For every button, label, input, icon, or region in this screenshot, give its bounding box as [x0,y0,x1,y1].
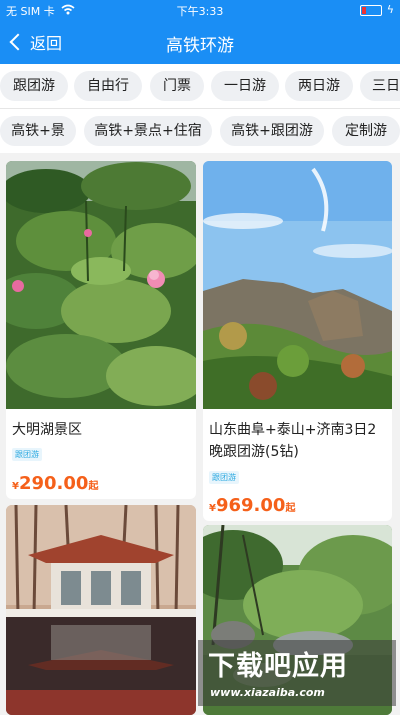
filter-chip-tickets[interactable]: 门票 [150,71,204,101]
currency-symbol: ¥ [12,481,19,492]
filter-row-secondary: 高铁+景 高铁+景点+住宿 高铁+跟团游 定制游 [0,108,400,154]
watermark: 下载吧应用 www.xiazaiba.com [198,640,396,706]
filter-chip-self-guided[interactable]: 自由行 [74,71,142,101]
status-bar: 无 SIM 卡 下午3:33 ϟ [0,0,400,20]
nav-bar: 返回 高铁环游 [0,20,400,64]
price-suffix: 起 [285,503,296,514]
watermark-url: www.xiazaiba.com [210,686,325,699]
product-tag: 跟团游 [12,448,42,461]
watermark-title: 下载吧应用 [208,651,348,682]
product-photo-pavilion [6,505,196,715]
charging-icon: ϟ [386,3,394,16]
product-photo-lotus [6,161,196,409]
product-card[interactable]: 大明湖景区 跟团游 ¥290.00起 [6,161,196,499]
price-value: 290.00 [18,473,89,494]
product-price: ¥290.00起 [12,473,98,494]
product-grid: 大明湖景区 跟团游 ¥290.00起 山东曲阜+泰山+济南3日2晚跟团游(5钻)… [0,153,400,715]
product-price: ¥969.00起 [209,495,295,516]
page-title: 高铁环游 [166,36,234,56]
filter-chip-custom[interactable]: 定制游 [332,116,400,146]
product-title: 山东曲阜+泰山+济南3日2晚跟团游(5钻) [209,422,377,460]
battery-icon [360,5,382,16]
clock: 下午3:33 [176,5,224,18]
filter-chip-rail-scenic[interactable]: 高铁+景 [0,116,76,146]
currency-symbol: ¥ [209,503,216,514]
filter-chip-rail-scenic-hotel[interactable]: 高铁+景点+住宿 [84,116,212,146]
filter-chip-rail-group[interactable]: 高铁+跟团游 [220,116,324,146]
filter-chip-two-day[interactable]: 两日游 [285,71,353,101]
product-card[interactable] [6,505,196,715]
product-photo-mountain [203,161,392,409]
filter-chip-group-tour[interactable]: 跟团游 [0,71,68,101]
product-tag: 跟团游 [209,471,239,484]
product-title: 大明湖景区 [12,422,82,438]
price-value: 969.00 [215,495,286,516]
price-suffix: 起 [88,481,99,492]
filter-chip-three-day[interactable]: 三日 [360,71,400,101]
product-card[interactable]: 山东曲阜+泰山+济南3日2晚跟团游(5钻) 跟团游 ¥969.00起 [203,161,392,521]
filter-row-primary: 跟团游 自由行 门票 一日游 两日游 三日 [0,64,400,108]
filter-chip-one-day[interactable]: 一日游 [211,71,279,101]
